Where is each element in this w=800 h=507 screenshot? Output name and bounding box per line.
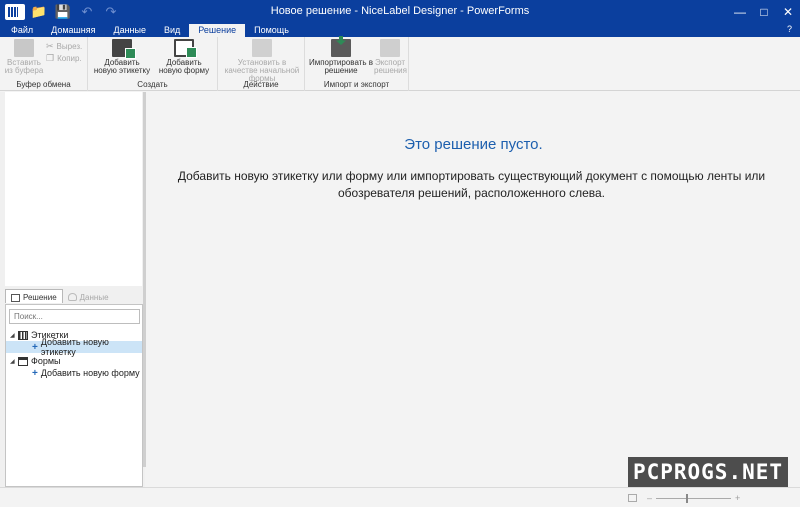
tree-node-forms-text: Формы bbox=[31, 356, 61, 366]
expand-arrow-icon[interactable]: ◢ bbox=[10, 358, 18, 365]
tab-explorer-solution[interactable]: Решение bbox=[5, 289, 63, 303]
tab-view[interactable]: Вид bbox=[155, 24, 189, 37]
plus-icon: + bbox=[32, 367, 38, 379]
redo-icon[interactable]: ↷ bbox=[101, 2, 121, 22]
form-icon bbox=[18, 356, 28, 366]
zoom-slider[interactable] bbox=[656, 493, 732, 503]
tree-node-forms[interactable]: ◢ Формы bbox=[6, 355, 142, 367]
tree-item-add-form[interactable]: + Добавить новую форму bbox=[6, 367, 142, 379]
tab-explorer-solution-label: Решение bbox=[23, 293, 57, 302]
empty-solution-message: Добавить новую этикетку или форму или им… bbox=[177, 169, 766, 200]
tab-solution[interactable]: Решение bbox=[189, 24, 246, 37]
solution-explorer-preview bbox=[5, 92, 142, 286]
export-icon bbox=[380, 39, 400, 57]
solution-icon bbox=[11, 293, 20, 302]
set-start-form-icon bbox=[252, 39, 272, 57]
document-area: Это решение пусто. Добавить новую этикет… bbox=[147, 92, 800, 487]
tab-help[interactable]: Помощь bbox=[245, 24, 298, 37]
fit-to-window-icon[interactable] bbox=[628, 494, 637, 502]
save-icon[interactable]: 💾 bbox=[53, 2, 73, 22]
tree-item-add-label-text: Добавить новую этикетку bbox=[40, 337, 109, 357]
title-bar: 📁 💾 ↶ ↷ Новое решение - NiceLabel Design… bbox=[0, 0, 800, 24]
new-form-icon bbox=[174, 39, 197, 58]
zoom-out-button[interactable]: – bbox=[647, 493, 652, 503]
ribbon: Вставить из буфера ✂ Вырез. ❐ Копир. Буф… bbox=[0, 37, 800, 91]
export-text: Экспорт решения bbox=[374, 58, 407, 75]
window-controls: — □ ✕ bbox=[728, 0, 800, 24]
import-text: Импортировать в решение bbox=[308, 58, 374, 75]
set-start-form-button[interactable]: Установить в качестве начальной формы bbox=[224, 39, 300, 83]
tree-item-add-form-text: Добавить новую форму bbox=[40, 368, 140, 378]
database-icon bbox=[67, 293, 77, 301]
add-label-button[interactable]: Добавить новую этикетку bbox=[92, 39, 152, 75]
help-question-icon[interactable]: ? bbox=[787, 24, 792, 34]
cut-label: Вырез. bbox=[56, 42, 83, 51]
explorer-body: ◢ Этикетки + Добавить новую этикетку ◢ Ф… bbox=[5, 304, 143, 487]
undo-icon[interactable]: ↶ bbox=[77, 2, 97, 22]
tab-explorer-data-label: Данные bbox=[79, 292, 109, 302]
panel-splitter[interactable] bbox=[143, 92, 146, 467]
solution-explorer: Решение Данные ◢ Этикетки + Добавить нов… bbox=[0, 92, 145, 487]
search-input[interactable] bbox=[9, 309, 140, 324]
import-export-group-label: Импорт и экспорт bbox=[323, 80, 390, 89]
paste-button[interactable]: Вставить из буфера bbox=[3, 39, 45, 75]
action-group-label: Действие bbox=[243, 80, 279, 89]
copy-button[interactable]: ❐ Копир. bbox=[46, 53, 82, 64]
folder-open-icon[interactable]: 📁 bbox=[29, 2, 49, 22]
copy-label: Копир. bbox=[57, 54, 82, 63]
copy-icon: ❐ bbox=[46, 53, 55, 63]
empty-solution-title: Это решение пусто. bbox=[404, 136, 543, 153]
tab-explorer-data[interactable]: Данные bbox=[63, 289, 114, 303]
paste-label: Вставить из буфера bbox=[4, 58, 44, 75]
close-icon[interactable]: ✕ bbox=[776, 0, 800, 24]
minimize-icon[interactable]: — bbox=[728, 0, 752, 24]
add-form-button[interactable]: Добавить новую форму bbox=[154, 39, 214, 75]
add-form-text: Добавить новую форму bbox=[158, 58, 210, 75]
export-button[interactable]: Экспорт решения bbox=[374, 39, 407, 75]
import-button[interactable]: Импортировать в решение bbox=[308, 39, 374, 75]
ribbon-group-action: Установить в качестве начальной формы Де… bbox=[218, 37, 305, 91]
ribbon-group-create: Добавить новую этикетку Добавить новую ф… bbox=[88, 37, 218, 91]
watermark: PCPROGS.NET bbox=[628, 457, 788, 487]
create-group-label: Создать bbox=[137, 80, 168, 89]
cut-button[interactable]: ✂ Вырез. bbox=[46, 41, 82, 52]
new-label-icon bbox=[112, 39, 136, 59]
plus-icon: + bbox=[32, 341, 38, 353]
zoom-slider-thumb[interactable] bbox=[686, 493, 689, 503]
maximize-icon[interactable]: □ bbox=[752, 0, 776, 24]
app-logo-icon[interactable] bbox=[5, 4, 25, 20]
expand-arrow-icon[interactable]: ◢ bbox=[10, 332, 18, 339]
import-icon bbox=[331, 39, 351, 57]
barcode-icon bbox=[18, 330, 28, 340]
explorer-tabs: Решение Данные bbox=[5, 289, 145, 304]
zoom-control: – + bbox=[628, 493, 740, 503]
tab-home[interactable]: Домашняя bbox=[42, 24, 104, 37]
tree-item-add-label[interactable]: + Добавить новую этикетку bbox=[6, 337, 142, 357]
ribbon-group-clipboard: Вставить из буфера ✂ Вырез. ❐ Копир. Буф… bbox=[0, 37, 88, 91]
paste-icon bbox=[14, 39, 34, 57]
zoom-in-button[interactable]: + bbox=[735, 493, 740, 503]
tab-data[interactable]: Данные bbox=[104, 24, 155, 37]
scissors-icon: ✂ bbox=[46, 41, 54, 51]
tab-file[interactable]: Файл bbox=[0, 24, 42, 37]
status-bar: – + bbox=[0, 487, 800, 507]
clipboard-group-label: Буфер обмена bbox=[16, 80, 71, 89]
ribbon-group-import-export: Импортировать в решение Экспорт решения … bbox=[305, 37, 409, 91]
ribbon-tabs: Файл Домашняя Данные Вид Решение Помощь … bbox=[0, 24, 800, 37]
add-label-text: Добавить новую этикетку bbox=[93, 58, 151, 75]
